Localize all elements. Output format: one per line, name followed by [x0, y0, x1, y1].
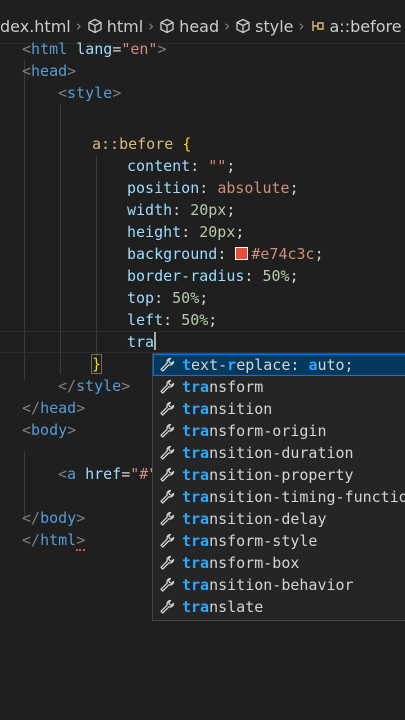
cube-icon [160, 18, 174, 34]
code-line-close-brace: } [90, 354, 103, 374]
breadcrumb-selector[interactable]: a::before [330, 17, 402, 36]
code-line-position: position: absolute; [127, 179, 299, 197]
breadcrumb: dex.html › html › head › style › a::befo… [0, 14, 405, 38]
cube-icon [88, 18, 102, 34]
current-line-highlight [0, 331, 405, 353]
wrench-icon [160, 489, 175, 504]
suggestion-item[interactable]: text-replace: auto; [153, 354, 405, 376]
wrench-icon [160, 555, 175, 570]
code-line-style: <style> [58, 84, 122, 102]
code-line-width: width: 20px; [127, 201, 236, 219]
wrench-icon [160, 533, 175, 548]
breadcrumb-head[interactable]: head [179, 17, 219, 36]
code-line-background: background: #e74c3c; [127, 245, 324, 263]
wrench-icon [160, 423, 175, 438]
code-line-top: top: 50%; [127, 289, 209, 307]
chevron-right-icon: › [224, 17, 231, 35]
autocomplete-suggestions: text-replace: auto; transform transition t… [152, 353, 405, 621]
code-line-content: content: ""; [127, 157, 236, 175]
wrench-icon [160, 511, 175, 526]
code-line-left: left: 50%; [127, 311, 218, 329]
suggestion-item[interactable]: transform-box [153, 552, 405, 574]
wrench-icon [160, 357, 175, 372]
wrench-icon [160, 577, 175, 592]
suggestion-item[interactable]: transform [153, 376, 405, 398]
error-squiggle: > [76, 531, 86, 551]
suggestion-item[interactable]: transform-origin [153, 420, 405, 442]
css-selector-icon [311, 21, 324, 31]
breadcrumb-html[interactable]: html [107, 17, 143, 36]
code-line-typing[interactable]: tra [127, 331, 157, 353]
cube-icon [236, 18, 250, 34]
code-line-body: <body> [22, 421, 77, 439]
suggestion-item[interactable]: transition-timing-function [153, 486, 405, 508]
suggestion-item[interactable]: transition [153, 398, 405, 420]
code-line-border-radius: border-radius: 50%; [127, 267, 299, 285]
code-line-head-close: </head> [22, 399, 86, 417]
suggestion-item[interactable]: transition-behavior [153, 574, 405, 596]
code-line-html: <html lang="en"> [22, 40, 167, 58]
chevron-right-icon: › [148, 17, 155, 35]
code-line-html-close: </html> [22, 531, 86, 551]
wrench-icon [160, 599, 175, 614]
wrench-icon [160, 401, 175, 416]
chevron-right-icon: › [298, 17, 305, 35]
text-cursor [154, 332, 157, 350]
breadcrumb-style[interactable]: style [255, 17, 293, 36]
code-line-anchor: <a href="#" [58, 465, 158, 483]
code-line-height: height: 20px; [127, 223, 245, 241]
chevron-right-icon: › [75, 17, 82, 35]
suggestion-item[interactable]: transition-property [153, 464, 405, 486]
breadcrumb-file[interactable]: dex.html [0, 17, 71, 36]
color-swatch[interactable] [235, 247, 249, 260]
suggestion-item[interactable]: transform-style [153, 530, 405, 552]
wrench-icon [160, 467, 175, 482]
code-line-head: <head> [22, 62, 77, 80]
suggestion-item[interactable]: translate [153, 596, 405, 618]
suggestion-item[interactable]: transition-delay [153, 508, 405, 530]
code-line-style-close: </style> [58, 377, 131, 395]
wrench-icon [160, 445, 175, 460]
wrench-icon [160, 379, 175, 394]
code-line-selector: a::before { [92, 135, 192, 153]
code-line-body-close: </body> [22, 509, 86, 527]
suggestion-item[interactable]: transition-duration [153, 442, 405, 464]
